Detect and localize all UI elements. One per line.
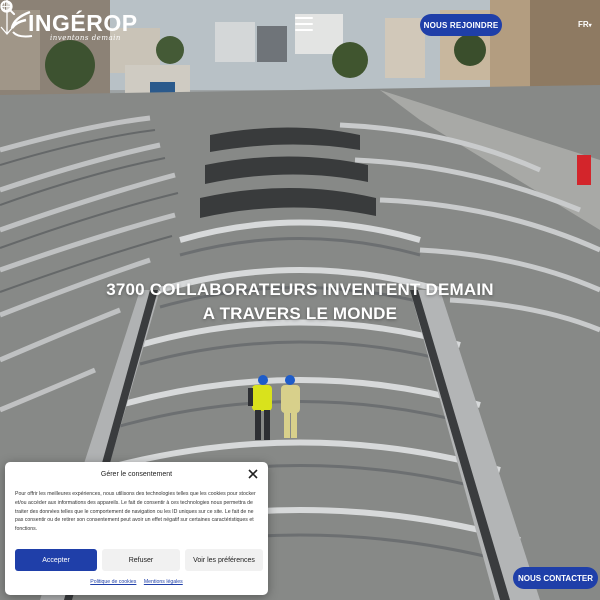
consent-title: Gérer le consentement — [100, 471, 173, 478]
language-label: FR — [578, 20, 589, 29]
close-icon[interactable] — [248, 469, 258, 479]
headline-line-1: 3700 COLLABORATEURS INVENTENT DEMAIN — [106, 280, 494, 299]
logo-tagline: inventons demain — [50, 34, 121, 42]
cookie-policy-link[interactable]: Politique de cookies — [90, 579, 136, 585]
scroll-down-arrow-icon[interactable] — [0, 0, 14, 36]
logo-wordmark: INGÉROP — [28, 10, 138, 36]
contact-us-button[interactable]: NOUS CONTACTER — [513, 567, 598, 589]
refuse-button[interactable]: Refuser — [102, 549, 180, 571]
chevron-down-icon: ▾ — [588, 23, 592, 29]
menu-icon[interactable] — [295, 17, 313, 31]
ingerop-logo[interactable]: INGÉROP inventons demain — [10, 8, 137, 44]
view-preferences-button[interactable]: Voir les préférences — [185, 549, 263, 571]
cookie-consent-dialog: Gérer le consentement Pour offrir les me… — [5, 462, 268, 595]
legal-notice-link[interactable]: Mentions légales — [144, 579, 183, 585]
accept-button[interactable]: Accepter — [15, 549, 97, 571]
consent-links: Politique de cookies Mentions légales — [5, 579, 268, 585]
join-us-button[interactable]: NOUS REJOINDRE — [420, 14, 502, 36]
headline-line-2: A TRAVERS LE MONDE — [202, 304, 398, 323]
hero-headline: 3700 COLLABORATEURS INVENTENT DEMAIN A T… — [0, 278, 600, 326]
consent-body-text: Pour offrir les meilleures expériences, … — [15, 491, 256, 533]
language-selector[interactable]: FR▾ — [578, 20, 592, 29]
